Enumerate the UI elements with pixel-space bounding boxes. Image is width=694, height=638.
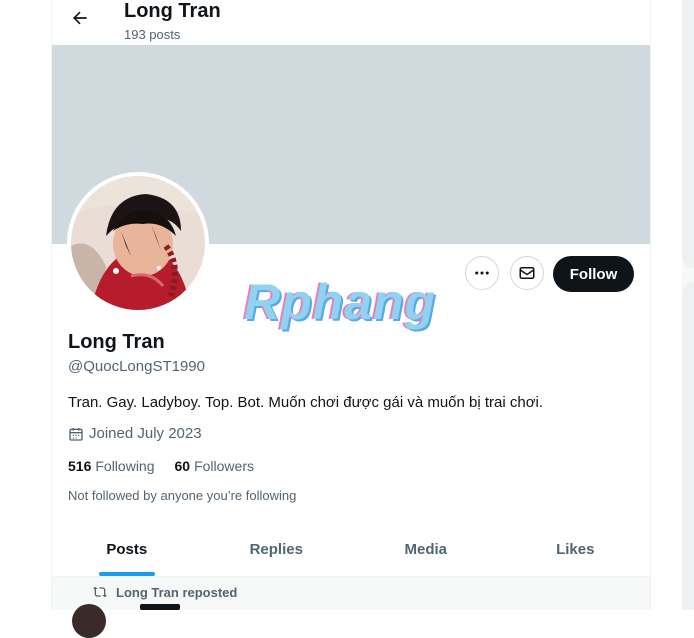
tab-label: Likes (556, 540, 595, 558)
avatar-image (71, 176, 205, 310)
follow-button[interactable]: Follow (553, 256, 634, 292)
calendar-icon (69, 427, 83, 441)
more-options-button[interactable] (465, 256, 499, 290)
repost-text: Long Tran reposted (116, 584, 238, 600)
right-divider (650, 0, 651, 610)
repost-indicator: Long Tran reposted (92, 584, 237, 600)
tab-label: Media (404, 540, 447, 558)
back-button[interactable] (66, 4, 94, 32)
message-button[interactable] (510, 256, 544, 290)
sidebar-card (682, 282, 694, 610)
sidebar-card (682, 0, 694, 268)
followers-link[interactable]: 60 Followers (175, 458, 254, 474)
right-sidebar (682, 0, 694, 610)
tab-replies[interactable]: Replies (202, 522, 352, 576)
following-label: Following (95, 458, 155, 474)
tab-posts[interactable]: Posts (52, 522, 202, 576)
mail-icon (519, 267, 535, 279)
tab-label: Posts (106, 540, 148, 558)
not-followed-note: Not followed by anyone you’re following (68, 488, 297, 503)
following-count: 516 (68, 458, 92, 474)
post-author-name[interactable] (140, 604, 180, 610)
post-author-avatar[interactable] (72, 604, 106, 638)
following-link[interactable]: 516 Following (68, 458, 155, 474)
profile-header: Long Tran 193 posts (52, 0, 650, 45)
joined-text: Joined July 2023 (89, 425, 202, 442)
watermark-logo: Rphang (244, 274, 437, 330)
profile-handle: @QuocLongST1990 (68, 358, 205, 375)
profile-bio: Tran. Gay. Ladyboy. Top. Bot. Muốn chơi … (68, 394, 544, 411)
avatar[interactable] (67, 172, 209, 314)
header-title: Long Tran (124, 0, 221, 22)
joined-date: Joined July 2023 (68, 425, 202, 442)
profile-tabs: Posts Replies Media Likes (52, 522, 650, 577)
active-tab-indicator (98, 572, 155, 576)
tab-label: Replies (249, 540, 303, 558)
tab-likes[interactable]: Likes (501, 522, 651, 576)
arrow-left-icon (73, 11, 87, 25)
followers-count: 60 (174, 458, 191, 474)
post-count: 193 posts (124, 27, 181, 42)
tab-media[interactable]: Media (351, 522, 501, 576)
more-dots-icon (475, 271, 489, 275)
profile-name: Long Tran (68, 331, 165, 353)
follow-stats: 516 Following 60 Followers (68, 458, 254, 474)
repost-icon (93, 586, 107, 598)
followers-label: Followers (194, 458, 254, 474)
